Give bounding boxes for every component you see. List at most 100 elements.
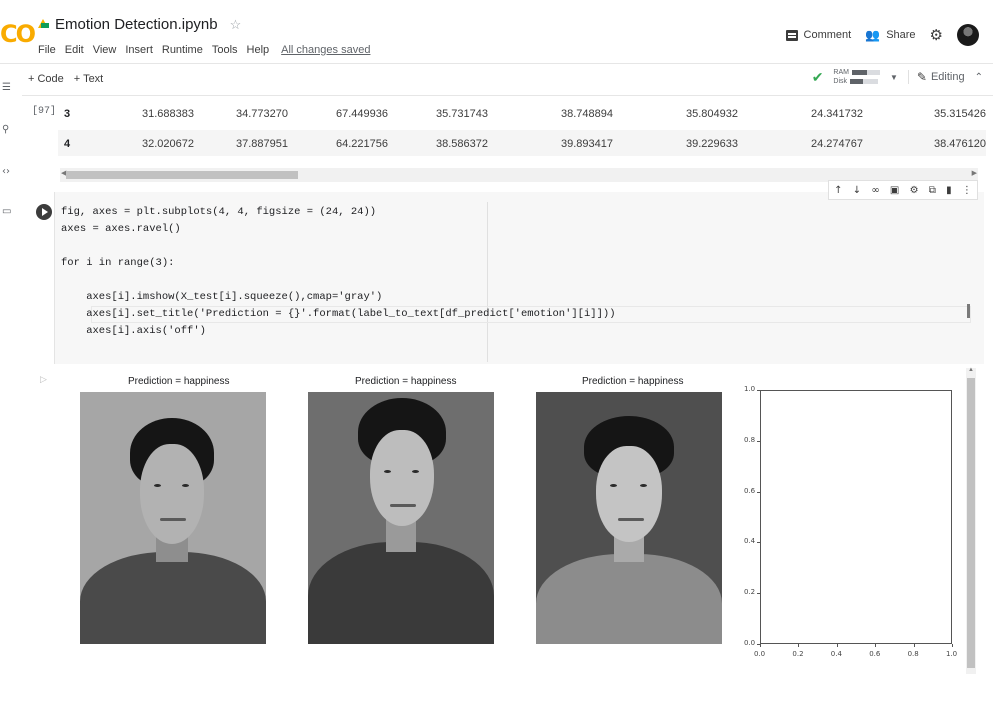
x-tick-label: 0.8 [907,650,919,658]
execution-count: [97] [32,106,57,117]
comment-cell-icon[interactable]: ▣ [890,185,899,196]
x-tick-mark [798,644,800,647]
code-line: axes[i].imshow(X_test[i].squeeze(),cmap=… [61,291,383,303]
menu-runtime[interactable]: Runtime [162,44,203,56]
code-line: for i in range(3): [61,257,175,269]
x-tick-label: 0.0 [754,650,766,658]
menu-file[interactable]: File [38,44,56,56]
x-tick-label: 0.2 [792,650,804,658]
menu-tools[interactable]: Tools [212,44,238,56]
table-cell: 38.586372 [436,138,488,150]
resource-meter[interactable]: RAM Disk [833,68,880,86]
table-cell: 35.731743 [436,108,488,120]
table-cell: 24.341732 [811,108,863,120]
star-icon[interactable]: ☆ [230,17,242,33]
link-icon[interactable]: ∞ [871,185,879,196]
add-text-button[interactable]: + Text [74,73,103,85]
share-button[interactable]: 👥 Share [865,28,915,42]
comment-label: Comment [803,29,852,41]
mirror-cell-icon[interactable]: ⧉ [929,185,936,196]
menu-insert[interactable]: Insert [125,44,153,56]
x-tick-mark [760,644,761,647]
empty-axes [760,390,952,644]
save-status-link[interactable]: All changes saved [281,44,370,56]
chevron-down-icon[interactable]: ▼ [890,73,898,82]
chevron-up-icon[interactable]: ⌃ [975,72,983,83]
menu-bar: File Edit View Insert Runtime Tools Help… [38,44,370,56]
table-cell: 38.476120 [934,138,986,150]
ram-label: RAM [833,69,849,76]
editing-label: Editing [930,71,965,83]
move-up-icon[interactable]: ↑ [834,185,842,196]
code-line: fig, axes = plt.subplots(4, 4, figsize =… [61,206,377,218]
code-lines: fig, axes = plt.subplots(4, 4, figsize =… [61,204,616,340]
avatar[interactable] [957,24,979,46]
gear-icon[interactable]: ⚙ [930,26,943,44]
left-rail: ☰ ⚲ ‹› ▭ [0,64,22,684]
x-tick-label: 0.6 [869,650,881,658]
face-image [308,392,494,644]
table-cell: 35.315426 [934,108,986,120]
x-tick-mark [836,644,838,647]
table-cell: 38.748894 [561,108,613,120]
run-cell-button[interactable] [36,204,52,220]
menu-view[interactable]: View [93,44,117,56]
code-line: axes[i].set_title('Prediction = {}'.form… [61,308,616,320]
editor-scroll-marker [967,304,970,318]
menu-help[interactable]: Help [247,44,270,56]
row-index: 4 [64,138,71,150]
delete-icon[interactable]: ▮ [946,185,952,196]
y-tick-label: 0.8 [744,435,756,444]
table-cell: 64.221756 [336,138,388,150]
more-icon[interactable]: ⋮ [962,185,972,196]
output-menu-icon[interactable]: ▷ [40,374,47,385]
code-line: axes = axes.ravel() [61,223,181,235]
add-code-button[interactable]: + Code [28,73,64,85]
output-scrollbar-thumb[interactable] [967,378,975,668]
code-cell: fig, axes = plt.subplots(4, 4, figsize =… [30,180,984,364]
people-icon: 👥 [865,28,881,42]
ram-bar [851,70,880,75]
notebook-title[interactable]: Emotion Detection.ipynb [55,16,218,33]
scroll-up-icon[interactable]: ▲ [968,367,974,373]
y-tick-label: 0.0 [744,639,756,647]
connected-check-icon: ✔ [811,68,824,85]
face-image [536,392,722,644]
code-editor[interactable]: fig, axes = plt.subplots(4, 4, figsize =… [54,192,984,364]
editing-mode-button[interactable]: ✎ Editing [907,70,965,84]
table-cell: 31.688383 [142,108,194,120]
disk-bar [850,79,879,84]
output-scrollbar[interactable]: ▲ [966,367,976,674]
y-tick-mark [757,390,760,391]
folder-icon[interactable]: ▭ [2,206,11,217]
y-tick-label: 0.2 [744,588,756,597]
table-cell: 39.893417 [561,138,613,150]
scroll-right-icon[interactable]: ▶ [972,169,977,177]
x-tick-mark [952,644,953,647]
row-index: 3 [64,108,71,120]
x-tick-mark [875,644,877,647]
y-tick-mark [757,542,760,544]
table-row: 4 32.020672 37.887951 64.221756 38.58637… [58,130,986,156]
menu-icon[interactable]: ☰ [2,82,11,93]
settings-icon[interactable]: ⚙ [910,185,919,196]
y-tick-label: 1.0 [744,385,756,393]
menu-edit[interactable]: Edit [65,44,84,56]
title-row: Emotion Detection.ipynb ☆ [38,16,241,33]
y-tick-label: 0.6 [744,486,756,495]
table-cell: 37.887951 [236,138,288,150]
move-down-icon[interactable]: ↓ [853,185,861,196]
y-tick-mark [757,593,760,595]
scrollbar-thumb[interactable] [66,171,298,179]
table-cell: 24.274767 [811,138,863,150]
comment-icon [785,29,798,41]
panel-title: Prediction = happiness [355,376,457,387]
comment-button[interactable]: Comment [785,29,852,41]
drive-icon [38,19,49,30]
search-icon[interactable]: ⚲ [2,124,9,135]
colab-logo[interactable]: CO [0,20,36,48]
cell-toolbar: ↑ ↓ ∞ ▣ ⚙ ⧉ ▮ ⋮ [828,180,978,200]
code-snippets-icon[interactable]: ‹› [2,166,10,177]
table-cell: 39.229633 [686,138,738,150]
